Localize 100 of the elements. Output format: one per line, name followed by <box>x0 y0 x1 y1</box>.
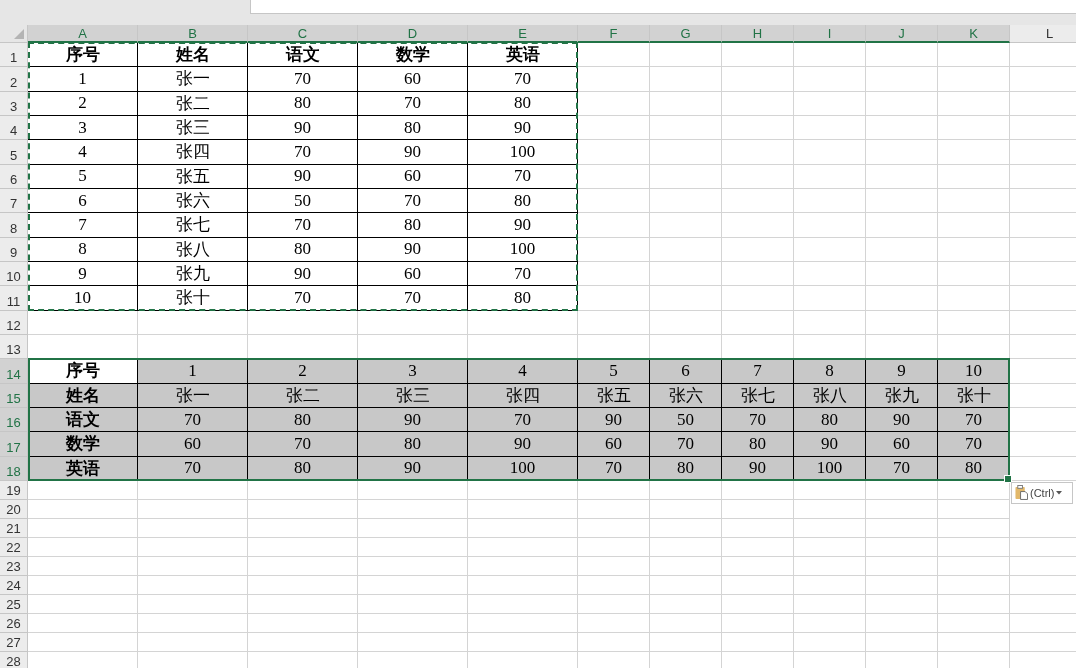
empty-cell[interactable] <box>650 286 722 311</box>
empty-cell[interactable] <box>578 140 650 165</box>
spreadsheet-cell[interactable]: 70 <box>468 261 578 287</box>
column-header[interactable]: B <box>138 25 248 43</box>
empty-cell[interactable] <box>358 499 468 519</box>
row-header[interactable]: 5 <box>0 140 28 165</box>
spreadsheet-cell[interactable]: 90 <box>358 237 468 262</box>
row-header[interactable]: 1 <box>0 43 28 68</box>
empty-cell[interactable] <box>938 575 1010 595</box>
empty-cell[interactable] <box>650 632 722 652</box>
empty-cell[interactable] <box>722 632 794 652</box>
spreadsheet-cell[interactable]: 80 <box>468 188 578 214</box>
empty-cell[interactable] <box>138 556 248 576</box>
empty-cell[interactable] <box>468 310 578 335</box>
spreadsheet-cell[interactable]: 80 <box>248 237 358 262</box>
empty-cell[interactable] <box>794 594 866 614</box>
empty-cell[interactable] <box>722 237 794 262</box>
spreadsheet-cell[interactable]: 1 <box>138 359 248 384</box>
empty-cell[interactable] <box>248 613 358 633</box>
empty-cell[interactable] <box>650 518 722 538</box>
empty-cell[interactable] <box>578 613 650 633</box>
empty-cell[interactable] <box>794 556 866 576</box>
spreadsheet-cell[interactable]: 60 <box>358 164 468 189</box>
spreadsheet-cell[interactable]: 英语 <box>468 43 578 68</box>
empty-cell[interactable] <box>938 116 1010 141</box>
column-header[interactable]: C <box>248 25 358 43</box>
empty-cell[interactable] <box>578 188 650 214</box>
spreadsheet-cell[interactable]: 张二 <box>138 91 248 116</box>
spreadsheet-cell[interactable]: 70 <box>138 456 248 481</box>
empty-cell[interactable] <box>938 140 1010 165</box>
spreadsheet-cell[interactable]: 张二 <box>248 383 358 408</box>
empty-cell[interactable] <box>650 188 722 214</box>
spreadsheet-cell[interactable]: 80 <box>722 432 794 457</box>
empty-cell[interactable] <box>650 91 722 116</box>
empty-cell[interactable] <box>248 518 358 538</box>
empty-cell[interactable] <box>938 261 1010 287</box>
column-header[interactable]: K <box>938 25 1010 43</box>
spreadsheet-cell[interactable]: 姓名 <box>28 383 138 408</box>
empty-cell[interactable] <box>722 518 794 538</box>
empty-cell[interactable] <box>468 556 578 576</box>
row-header[interactable]: 15 <box>0 383 28 408</box>
spreadsheet-cell[interactable]: 张一 <box>138 383 248 408</box>
empty-cell[interactable] <box>722 213 794 238</box>
empty-cell[interactable] <box>866 286 938 311</box>
empty-cell[interactable] <box>938 632 1010 652</box>
empty-cell[interactable] <box>248 632 358 652</box>
spreadsheet-cell[interactable]: 70 <box>358 286 468 311</box>
empty-cell[interactable] <box>468 594 578 614</box>
spreadsheet-cell[interactable]: 张九 <box>866 383 938 408</box>
empty-cell[interactable] <box>248 575 358 595</box>
empty-cell[interactable] <box>358 310 468 335</box>
empty-cell[interactable] <box>866 43 938 68</box>
spreadsheet-cell[interactable]: 7 <box>722 359 794 384</box>
empty-cell[interactable] <box>722 140 794 165</box>
empty-cell[interactable] <box>468 632 578 652</box>
empty-cell[interactable] <box>722 613 794 633</box>
empty-cell[interactable] <box>578 67 650 92</box>
column-header[interactable]: I <box>794 25 866 43</box>
empty-cell[interactable] <box>248 556 358 576</box>
empty-cell[interactable] <box>248 480 358 500</box>
spreadsheet-cell[interactable]: 50 <box>650 407 722 433</box>
empty-cell[interactable] <box>138 575 248 595</box>
empty-cell[interactable] <box>578 594 650 614</box>
spreadsheet-cell[interactable]: 80 <box>358 432 468 457</box>
empty-cell[interactable] <box>866 116 938 141</box>
empty-cell[interactable] <box>794 537 866 557</box>
spreadsheet-cell[interactable]: 张八 <box>794 383 866 408</box>
spreadsheet-cell[interactable]: 70 <box>468 407 578 433</box>
spreadsheet-cell[interactable]: 张三 <box>138 116 248 141</box>
row-header[interactable]: 13 <box>0 334 28 360</box>
empty-cell[interactable] <box>722 91 794 116</box>
empty-cell[interactable] <box>650 499 722 519</box>
spreadsheet-cell[interactable]: 70 <box>138 407 248 433</box>
spreadsheet-cell[interactable]: 70 <box>248 140 358 165</box>
empty-cell[interactable] <box>650 480 722 500</box>
spreadsheet-cell[interactable]: 张九 <box>138 261 248 287</box>
spreadsheet-cell[interactable]: 80 <box>468 286 578 311</box>
formula-bar-field[interactable] <box>250 0 1076 14</box>
spreadsheet-cell[interactable]: 80 <box>248 456 358 481</box>
empty-cell[interactable] <box>722 499 794 519</box>
spreadsheet-cell[interactable]: 80 <box>358 213 468 238</box>
spreadsheet-cell[interactable]: 100 <box>468 237 578 262</box>
spreadsheet-cell[interactable]: 70 <box>578 456 650 481</box>
spreadsheet-cell[interactable]: 70 <box>358 188 468 214</box>
empty-cell[interactable] <box>938 43 1010 68</box>
spreadsheet-cell[interactable]: 数学 <box>358 43 468 68</box>
row-header[interactable]: 12 <box>0 310 28 335</box>
empty-cell[interactable] <box>358 480 468 500</box>
spreadsheet-cell[interactable]: 张三 <box>358 383 468 408</box>
empty-cell[interactable] <box>578 43 650 68</box>
empty-cell[interactable] <box>794 43 866 68</box>
empty-cell[interactable] <box>938 537 1010 557</box>
empty-cell[interactable] <box>866 594 938 614</box>
empty-cell[interactable] <box>794 164 866 189</box>
spreadsheet-cell[interactable]: 90 <box>578 407 650 433</box>
spreadsheet-cell[interactable]: 3 <box>358 359 468 384</box>
spreadsheet-cell[interactable]: 70 <box>248 67 358 92</box>
empty-cell[interactable] <box>650 237 722 262</box>
empty-cell[interactable] <box>794 310 866 335</box>
empty-cell[interactable] <box>578 537 650 557</box>
